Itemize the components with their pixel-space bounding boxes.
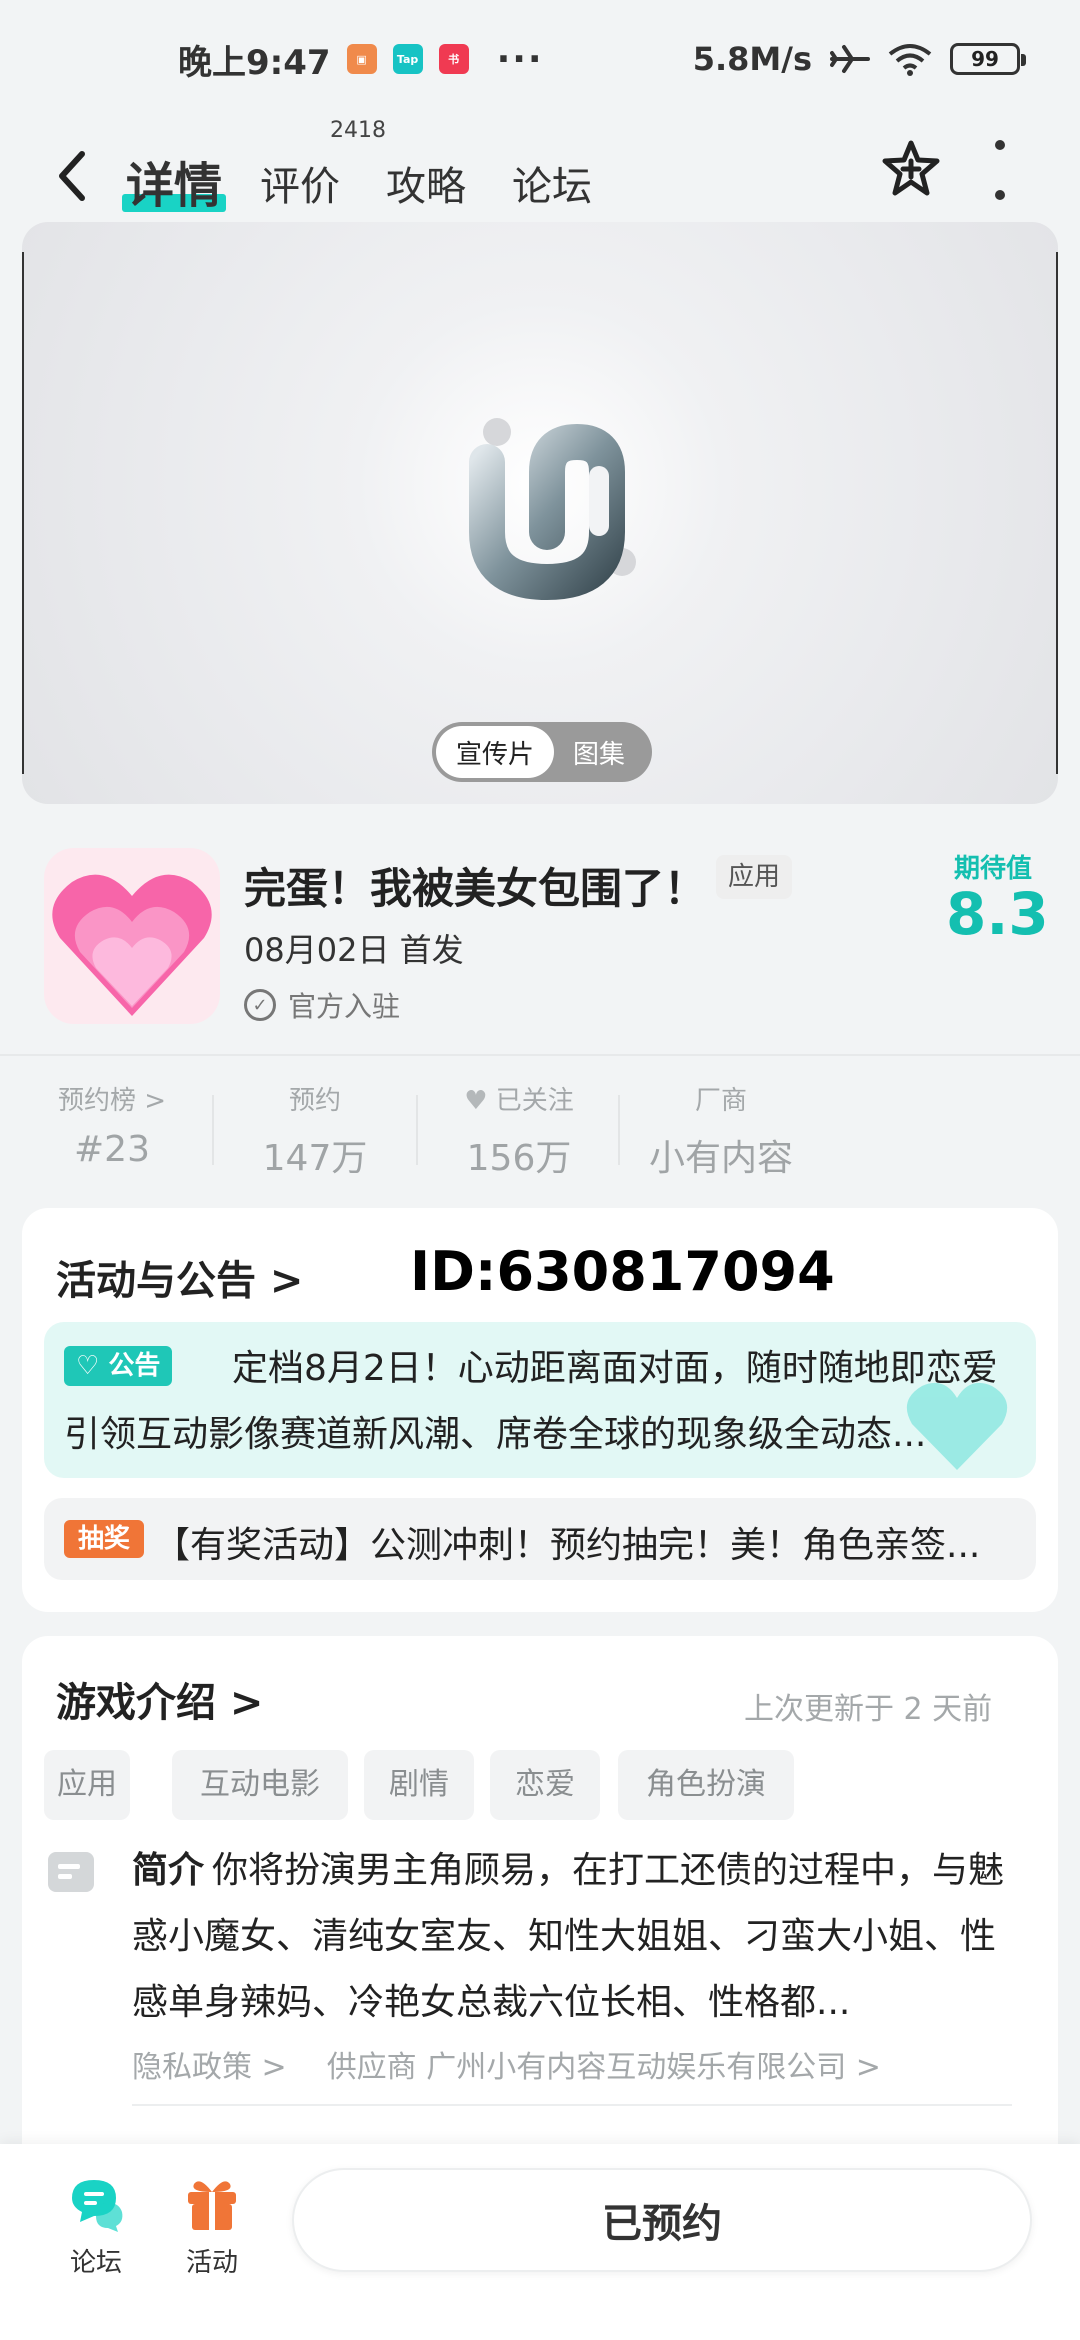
tab-guides[interactable]: 攻略 — [386, 154, 466, 212]
top-nav: 详情 评价 2418 攻略 论坛 — [0, 118, 1080, 238]
announcement-item[interactable]: ♡ 公告 定档8月2日！心动距离面对面，随时随地即恋爱引领互动影像赛道新风潮、席… — [44, 1322, 1036, 1478]
gift-icon — [188, 2181, 236, 2230]
taobao-icon: ▣ — [346, 44, 377, 74]
back-icon[interactable] — [52, 146, 92, 206]
official-badge: ✓ 官方入驻 — [244, 985, 400, 1025]
stat-publisher[interactable]: 厂商 小有内容 — [636, 1080, 806, 1181]
lottery-badge: 抽奖 — [64, 1520, 145, 1558]
tag-chip[interactable]: 恋爱 — [490, 1750, 600, 1820]
xiaohongshu-icon: 书 — [438, 44, 469, 74]
stat-rank[interactable]: 预约榜 > #23 — [40, 1080, 184, 1170]
stat-separator — [212, 1095, 214, 1165]
more-options-icon[interactable] — [990, 140, 1010, 200]
app-title: 完蛋！我被美女包围了！ — [244, 864, 707, 913]
taptap-icon: Tap — [392, 44, 423, 74]
heart-check-icon: ♥ — [464, 1086, 488, 1116]
toggle-video[interactable]: 宣传片 — [436, 726, 554, 778]
stat-separator — [618, 1095, 620, 1165]
intro-meta: 隐私政策 > 供应商 广州小有内容互动娱乐有限公司 > — [132, 2042, 881, 2086]
privacy-link[interactable]: 隐私政策 > — [132, 2042, 287, 2086]
stat-followers[interactable]: ♥ 已关注 156万 — [446, 1080, 592, 1181]
tab-details[interactable]: 详情 — [121, 146, 227, 216]
score-value: 8.3 — [946, 880, 1049, 948]
lottery-text: 【有奖活动】公测冲刺！预约抽完！美！角色亲签... — [154, 1525, 981, 1566]
bottom-bar: 论坛 活动 已预约 — [0, 2144, 1080, 2340]
divider — [132, 2104, 1012, 2106]
intro-title[interactable]: 游戏介绍 > — [56, 1670, 263, 1728]
review-count-badge: 2418 — [330, 118, 386, 143]
reserved-button[interactable]: 已预约 — [292, 2168, 1032, 2272]
document-icon — [48, 1852, 94, 1892]
stat-separator — [416, 1095, 418, 1165]
tab-forum[interactable]: 论坛 — [512, 154, 592, 212]
intro-label: 简介 — [132, 1850, 205, 1891]
tag-chip[interactable]: 应用 — [44, 1750, 130, 1820]
divider — [0, 1054, 1080, 1056]
activity-title[interactable]: 活动与公告 > — [56, 1248, 303, 1306]
tag-chip[interactable]: 剧情 — [364, 1750, 474, 1820]
more-notifications-icon: ··· — [496, 38, 544, 80]
tab-reviews[interactable]: 评价 — [260, 154, 340, 212]
promo-video[interactable]: 宣传片 图集 — [22, 222, 1058, 804]
status-bar: 晚上9:47 ▣ Tap 书 ··· 5.8M/s 99 — [0, 0, 1080, 118]
update-time: 上次更新于 2 天前 — [744, 1692, 993, 1727]
bottom-forum-button[interactable]: 论坛 — [46, 2174, 146, 2279]
overlay-id-text: ID:630817094 — [410, 1240, 835, 1303]
notice-text: 定档8月2日！心动距离面对面，随时随地即恋爱引领互动影像赛道新风潮、席卷全球的现… — [64, 1348, 998, 1455]
release-date: 08月02日 首发 — [244, 931, 464, 969]
wifi-icon — [888, 44, 932, 76]
stat-reservations: 预约 147万 — [262, 1086, 368, 1179]
bottom-activity-button[interactable]: 活动 — [162, 2174, 262, 2279]
favorite-star-icon[interactable] — [880, 138, 942, 200]
forum-icon — [72, 2180, 123, 2232]
tag-chip[interactable]: 角色扮演 — [618, 1750, 794, 1820]
game-logo-mark — [469, 418, 636, 601]
intro-description[interactable]: 简介 你将扮演男主角顾易，在打工还债的过程中，与魅惑小魔女、清纯女室友、知性大姐姐… — [132, 1838, 1012, 2036]
battery-icon: 99 — [950, 43, 1026, 75]
supplier-link[interactable]: 供应商 广州小有内容互动娱乐有限公司 > — [327, 2042, 881, 2086]
media-toggle: 宣传片 图集 — [432, 722, 652, 782]
network-speed: 5.8M/s — [692, 40, 812, 78]
toggle-gallery[interactable]: 图集 — [554, 726, 644, 778]
airplane-icon — [830, 45, 870, 73]
check-circle-icon: ✓ — [244, 989, 276, 1021]
lottery-item[interactable]: 抽奖 【有奖活动】公测冲刺！预约抽完！美！角色亲签... — [44, 1498, 1036, 1580]
app-type-tag: 应用 — [716, 855, 793, 899]
status-time: 晚上9:47 — [178, 42, 331, 83]
tag-chip[interactable]: 互动电影 — [172, 1750, 348, 1820]
app-icon — [44, 848, 220, 1024]
